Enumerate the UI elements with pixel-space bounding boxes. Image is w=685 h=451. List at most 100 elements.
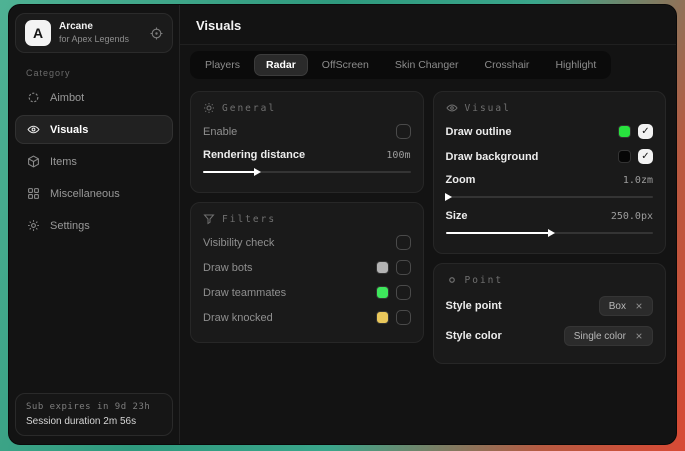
draw-teammates-row: Draw teammates [203, 280, 411, 305]
section-title: General [222, 103, 276, 114]
draw-teammates-color-swatch[interactable] [376, 286, 389, 299]
style-color-row: Style color Single color [446, 321, 654, 351]
draw-outline-color-swatch[interactable] [618, 125, 631, 138]
draw-background-color-swatch[interactable] [618, 150, 631, 163]
general-section: General Enable Rendering distance 100m [190, 91, 424, 193]
sun-icon [203, 102, 215, 114]
enable-checkbox[interactable] [396, 124, 411, 139]
point-section-header: Point [446, 274, 654, 286]
app-window: A Arcane for Apex Legends Category Aimbo… [8, 4, 677, 445]
sidebar-item-label: Aimbot [50, 92, 84, 104]
tabbar: Players Radar OffScreen Skin Changer Cro… [190, 51, 611, 79]
sidebar-item-items[interactable]: Items [15, 147, 173, 176]
slider-handle[interactable] [445, 193, 452, 201]
app-name: Arcane [59, 21, 129, 34]
size-label: Size [446, 210, 468, 222]
check-icon: ✓ [641, 127, 649, 137]
sidebar-item-settings[interactable]: Settings [15, 211, 173, 240]
tab-offscreen[interactable]: OffScreen [310, 54, 381, 76]
visual-section: Visual Draw outline ✓ Draw background [433, 91, 667, 254]
style-point-value: Box [609, 301, 626, 312]
draw-knocked-controls [376, 310, 411, 325]
draw-bots-controls [376, 260, 411, 275]
slider-fill [203, 171, 255, 173]
rendering-distance-slider[interactable] [203, 171, 411, 173]
style-color-select[interactable]: Single color [564, 326, 653, 346]
style-point-select[interactable]: Box [599, 296, 653, 316]
close-icon[interactable] [635, 332, 643, 340]
app-meta: Arcane for Apex Legends [59, 21, 129, 45]
check-icon: ✓ [641, 152, 649, 162]
draw-bots-checkbox[interactable] [396, 260, 411, 275]
slider-handle[interactable] [254, 168, 261, 176]
visibility-check-checkbox[interactable] [396, 235, 411, 250]
filters-section: Filters Visibility check Draw bots [190, 202, 424, 343]
tab-highlight[interactable]: Highlight [543, 54, 608, 76]
crosshair-icon [27, 91, 40, 104]
draw-knocked-checkbox[interactable] [396, 310, 411, 325]
sidebar: A Arcane for Apex Legends Category Aimbo… [9, 5, 180, 444]
right-column: Visual Draw outline ✓ Draw background [433, 91, 667, 364]
close-icon[interactable] [635, 302, 643, 310]
visibility-check-label: Visibility check [203, 237, 274, 249]
general-section-header: General [203, 102, 411, 114]
target-icon[interactable] [150, 27, 163, 40]
style-point-label: Style point [446, 300, 502, 312]
draw-bots-label: Draw bots [203, 262, 253, 274]
style-color-value: Single color [574, 331, 626, 342]
rendering-distance-label: Rendering distance [203, 149, 305, 161]
draw-background-checkbox[interactable]: ✓ [638, 149, 653, 164]
section-title: Visual [465, 103, 511, 114]
eye-icon [446, 102, 458, 114]
slider-fill [446, 232, 550, 234]
tab-radar[interactable]: Radar [254, 54, 308, 76]
rendering-distance-row: Rendering distance 100m [203, 144, 411, 166]
tab-skin-changer[interactable]: Skin Changer [383, 54, 471, 76]
sidebar-item-visuals[interactable]: Visuals [15, 115, 173, 144]
desktop-background: A Arcane for Apex Legends Category Aimbo… [0, 0, 685, 451]
funnel-icon [203, 213, 215, 225]
box-icon [27, 155, 40, 168]
sidebar-item-miscellaneous[interactable]: Miscellaneous [15, 179, 173, 208]
enable-row: Enable [203, 119, 411, 144]
tab-players[interactable]: Players [193, 54, 252, 76]
dot-icon [446, 274, 458, 286]
content-area: General Enable Rendering distance 100m [180, 81, 676, 374]
grid-icon [27, 187, 40, 200]
draw-teammates-checkbox[interactable] [396, 285, 411, 300]
draw-outline-row: Draw outline ✓ [446, 119, 654, 144]
app-logo: A [25, 20, 51, 46]
draw-knocked-color-swatch[interactable] [376, 311, 389, 324]
tab-crosshair[interactable]: Crosshair [473, 54, 542, 76]
main-header: Visuals [180, 5, 676, 45]
point-section: Point Style point Box Styl [433, 263, 667, 364]
sidebar-item-label: Visuals [50, 124, 88, 136]
category-label: Category [26, 68, 179, 78]
draw-background-row: Draw background ✓ [446, 144, 654, 169]
draw-bots-color-swatch[interactable] [376, 261, 389, 274]
left-column: General Enable Rendering distance 100m [190, 91, 424, 343]
eye-icon [27, 123, 40, 136]
sub-expiry-text: Sub expires in 9d 23h [26, 402, 162, 412]
draw-outline-checkbox[interactable]: ✓ [638, 124, 653, 139]
size-value: 250.0px [611, 211, 653, 222]
zoom-value: 1.0zm [623, 175, 653, 186]
slider-handle[interactable] [548, 229, 555, 237]
gear-icon [27, 219, 40, 232]
draw-knocked-label: Draw knocked [203, 312, 273, 324]
zoom-slider[interactable] [446, 196, 654, 198]
sidebar-item-aimbot[interactable]: Aimbot [15, 83, 173, 112]
size-slider[interactable] [446, 232, 654, 234]
session-duration-text: Session duration 2m 56s [26, 416, 162, 427]
draw-background-controls: ✓ [618, 149, 653, 164]
sidebar-item-label: Settings [50, 220, 90, 232]
main-panel: Visuals Players Radar OffScreen Skin Cha… [180, 5, 676, 444]
enable-label: Enable [203, 126, 237, 138]
size-row: Size 250.0px [446, 205, 654, 227]
rendering-distance-value: 100m [386, 150, 410, 161]
sidebar-nav: Aimbot Visuals Items [9, 83, 179, 240]
tabbar-wrap: Players Radar OffScreen Skin Changer Cro… [180, 45, 676, 81]
sidebar-item-label: Items [50, 156, 77, 168]
style-point-row: Style point Box [446, 291, 654, 321]
draw-teammates-label: Draw teammates [203, 287, 286, 299]
